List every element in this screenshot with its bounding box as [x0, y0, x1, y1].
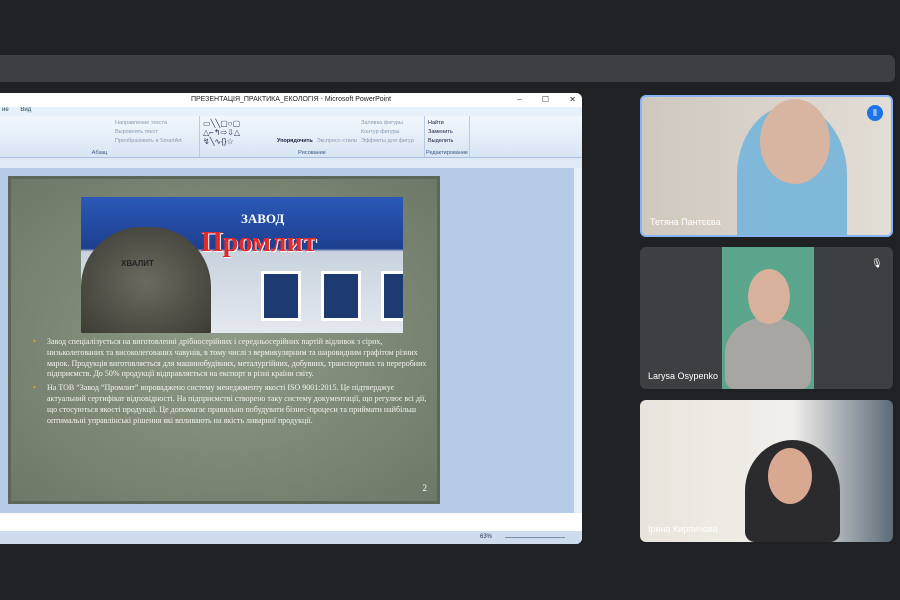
- text-direction-button[interactable]: Направление текста: [115, 119, 196, 128]
- participant-face: [748, 269, 790, 324]
- convert-smartart-button[interactable]: Преобразовать в SmartArt: [115, 137, 196, 146]
- brand-top: ЗАВОД: [241, 211, 285, 226]
- shapes-gallery[interactable]: ▭╲╲▢○▢ △⌐↰⇨⇩△ ↯╲∿{}☆: [203, 119, 273, 154]
- paragraph-group-label: Абзац: [91, 150, 108, 156]
- align-text-button[interactable]: Выровнять текст: [115, 128, 196, 137]
- vertical-scrollbar[interactable]: [574, 168, 582, 513]
- slide-number: 2: [422, 483, 428, 493]
- status-bar: 63%: [0, 531, 582, 544]
- participant-tile[interactable]: Ірина Кирпичова: [640, 400, 893, 542]
- menu-bar: ие Вид: [0, 107, 582, 116]
- slide-bullets: Завод спеціалізується на виготовленні др…: [33, 337, 428, 429]
- brand-logo: ЗАВОД Промлит: [201, 211, 317, 259]
- meeting-top-bar: [0, 55, 895, 82]
- participant-name: Тетяна Пантєєва: [650, 217, 721, 227]
- replace-button[interactable]: Заменить: [428, 128, 466, 137]
- shape-outline-button[interactable]: Контур фигуры: [361, 128, 414, 137]
- window-image: [381, 271, 403, 321]
- bullet-item: На ТОВ “Завод “Промлит” впроваджено сист…: [33, 383, 428, 426]
- minimize-button[interactable]: –: [517, 95, 521, 104]
- window-image: [261, 271, 301, 321]
- maximize-button[interactable]: ☐: [542, 95, 549, 104]
- zoom-level[interactable]: 63%: [480, 534, 492, 540]
- slide-editor[interactable]: ХВАЛИТ ЗАВОДПромлит Завод спеціалізуєтьс…: [0, 168, 574, 513]
- factory-photo: ХВАЛИТ ЗАВОД Промлит: [81, 197, 403, 333]
- participant-tile[interactable]: ⦀ Тетяна Пантєєва: [640, 95, 893, 237]
- participant-name: Larysa Osypenko: [648, 371, 719, 381]
- bullet-item: Завод спеціалізується на виготовленні др…: [33, 337, 428, 380]
- quick-styles-button[interactable]: Экспресс-стили: [317, 119, 357, 154]
- window-image: [321, 271, 361, 321]
- participant-face: [760, 99, 830, 184]
- drawing-group-label: Рисование: [298, 150, 326, 156]
- select-button[interactable]: Выделить: [428, 137, 466, 146]
- participant-name: Ірина Кирпичова: [648, 524, 718, 534]
- ribbon: Направление текста Выровнять текст Преоб…: [0, 116, 582, 158]
- editing-group-label: Редактирование: [426, 150, 468, 156]
- title-bar: ПРЕЗЕНТАЦІЯ_ПРАКТИКА_ЕКОЛОГІЯ - Microsof…: [0, 93, 582, 107]
- find-button[interactable]: Найти: [428, 119, 466, 128]
- close-button[interactable]: ✕: [569, 95, 576, 104]
- paragraph-group: Направление текста Выровнять текст Преоб…: [0, 116, 200, 157]
- speaking-icon: ⦀: [867, 105, 883, 121]
- brand-name: Промлит: [201, 227, 317, 258]
- participant-face: [768, 448, 812, 504]
- shape-fill-button[interactable]: Заливка фигуры: [361, 119, 414, 128]
- powerpoint-window: ПРЕЗЕНТАЦІЯ_ПРАКТИКА_ЕКОЛОГІЯ - Microsof…: [0, 93, 582, 544]
- drawing-group: ▭╲╲▢○▢ △⌐↰⇨⇩△ ↯╲∿{}☆ Упорядочить Экспресс-…: [200, 116, 425, 157]
- bell-image: ХВАЛИТ: [81, 227, 211, 333]
- bell-text: ХВАЛИТ: [121, 259, 154, 268]
- zoom-slider[interactable]: [505, 537, 565, 538]
- mic-muted-icon: 🎙: [869, 255, 885, 271]
- editing-group: Найти Заменить Выделить Редактирование: [425, 116, 470, 157]
- window-title: ПРЕЗЕНТАЦІЯ_ПРАКТИКА_ЕКОЛОГІЯ - Microsof…: [190, 96, 392, 103]
- shape-effects-button[interactable]: Эффекты для фигур: [361, 137, 414, 146]
- notes-pane[interactable]: [0, 513, 582, 531]
- menu-item[interactable]: ие: [2, 107, 9, 113]
- arrange-button[interactable]: Упорядочить: [277, 119, 313, 154]
- slide[interactable]: ХВАЛИТ ЗАВОДПромлит Завод спеціалізуєтьс…: [8, 176, 440, 504]
- participant-body: [725, 317, 811, 389]
- participant-tile[interactable]: 🎙 Larysa Osypenko: [640, 247, 893, 389]
- menu-item-view[interactable]: Вид: [20, 107, 31, 113]
